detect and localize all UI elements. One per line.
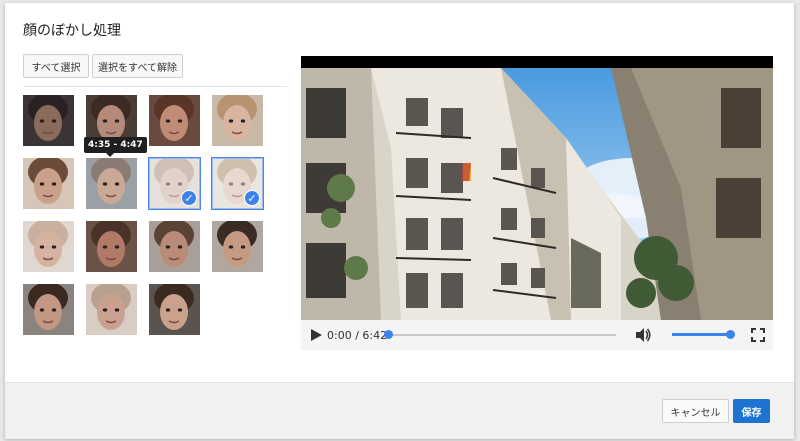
face-image xyxy=(149,95,200,146)
check-icon: ✓ xyxy=(181,190,197,206)
face-thumbnail[interactable] xyxy=(149,95,200,146)
volume-slider[interactable] xyxy=(672,330,735,339)
time-display: 0:00 / 6:42 xyxy=(327,329,388,342)
face-image xyxy=(23,221,74,272)
face-image xyxy=(23,158,74,209)
volume-icon[interactable] xyxy=(635,327,651,343)
face-thumbnail[interactable] xyxy=(86,158,137,209)
face-thumbnail[interactable] xyxy=(212,221,263,272)
video-player: 0:00 / 6:42 xyxy=(301,56,773,350)
face-thumbnail[interactable] xyxy=(149,284,200,335)
face-thumbnail[interactable]: ✓ xyxy=(211,157,264,210)
face-time-tooltip: 4:35 - 4:47 xyxy=(84,137,147,157)
face-image xyxy=(23,95,74,146)
dialog-footer: キャンセル 保存 xyxy=(5,382,794,439)
face-image xyxy=(86,221,137,272)
select-all-button[interactable]: すべて選択 xyxy=(23,54,89,78)
dialog-title: 顔のぼかし処理 xyxy=(23,23,121,39)
cancel-button[interactable]: キャンセル xyxy=(662,399,729,423)
volume-handle[interactable] xyxy=(726,330,735,339)
face-blur-dialog: 顔のぼかし処理 すべて選択 選択をすべて解除 ✓ ✓ 4:35 - 4:47 0… xyxy=(5,3,794,439)
face-image xyxy=(86,158,137,209)
street-scene-image xyxy=(301,68,773,320)
face-thumbnail[interactable] xyxy=(23,221,74,272)
play-icon[interactable] xyxy=(309,328,323,342)
face-thumbnail[interactable] xyxy=(86,284,137,335)
face-image xyxy=(23,284,74,335)
face-thumbnail[interactable] xyxy=(149,221,200,272)
seek-bar[interactable] xyxy=(384,330,616,339)
player-controls: 0:00 / 6:42 xyxy=(301,320,773,350)
face-thumbnail[interactable] xyxy=(23,284,74,335)
face-image xyxy=(149,284,200,335)
face-thumbnail[interactable] xyxy=(23,95,74,146)
check-icon: ✓ xyxy=(244,190,260,206)
deselect-all-button[interactable]: 選択をすべて解除 xyxy=(92,54,183,78)
face-image xyxy=(212,221,263,272)
fullscreen-icon[interactable] xyxy=(751,328,765,342)
face-image xyxy=(149,221,200,272)
face-image xyxy=(212,95,263,146)
toolbar-divider xyxy=(23,86,287,87)
face-thumbnail[interactable] xyxy=(86,221,137,272)
face-thumbnail[interactable] xyxy=(212,95,263,146)
face-thumbnail[interactable] xyxy=(23,158,74,209)
video-frame[interactable] xyxy=(301,68,773,320)
seek-handle[interactable] xyxy=(384,330,393,339)
face-image xyxy=(86,284,137,335)
save-button[interactable]: 保存 xyxy=(733,399,770,423)
face-thumbnail[interactable]: ✓ xyxy=(148,157,201,210)
